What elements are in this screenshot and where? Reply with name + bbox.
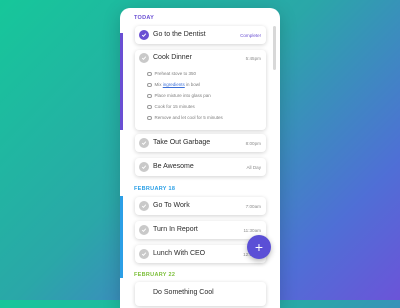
- add-task-button[interactable]: +: [247, 235, 271, 259]
- task-title: Be Awesome: [153, 163, 194, 170]
- task-title: Lunch With CEO: [153, 250, 206, 257]
- check-icon[interactable]: [139, 225, 149, 235]
- task-title: Do Something Cool: [153, 289, 214, 296]
- task-status: Complete!: [240, 33, 261, 38]
- task-time: 5:45pm: [245, 56, 261, 61]
- task-title: Go to the Dentist: [153, 31, 206, 38]
- subtask-item: Remove and let cool for 5 minutes: [147, 115, 223, 121]
- task-card-cook-dinner[interactable]: Cook Dinner 5:45pm Preheat stove to 350 …: [135, 50, 266, 130]
- subtask-item: Mix ingredients in bowl: [147, 82, 200, 88]
- bullet-icon: [147, 104, 152, 110]
- task-card-garbage[interactable]: Take Out Garbage 8:00pm: [135, 134, 266, 152]
- task-title: Go To Work: [153, 202, 190, 209]
- subtask-item: Preheat stove to 350: [147, 71, 196, 77]
- check-icon[interactable]: [139, 201, 149, 211]
- task-card-cool[interactable]: Do Something Cool: [135, 282, 266, 306]
- check-icon[interactable]: [139, 162, 149, 172]
- subtask-item: Place mixture into glass pan: [147, 93, 211, 99]
- task-time: 8:00pm: [245, 141, 261, 146]
- section-label-feb18: FEBRUARY 18: [134, 186, 176, 192]
- task-title: Turn In Report: [153, 226, 198, 233]
- phone-screen: TODAY Go to the Dentist Complete! Cook D…: [120, 8, 280, 308]
- subtask-item: Cook for 15 minutes: [147, 104, 195, 110]
- feb18-accent-bar: [120, 196, 123, 278]
- bullet-icon: [147, 82, 152, 88]
- bullet-icon: [147, 115, 152, 121]
- ingredients-link[interactable]: ingredients: [163, 82, 185, 87]
- bullet-icon: [147, 93, 152, 99]
- task-title: Take Out Garbage: [153, 139, 211, 146]
- task-card-work[interactable]: Go To Work 7:00am: [135, 197, 266, 215]
- task-card-awesome[interactable]: Be Awesome All Day: [135, 158, 266, 176]
- task-card-dentist[interactable]: Go to the Dentist Complete!: [135, 26, 266, 44]
- check-icon[interactable]: [139, 53, 149, 63]
- task-time: 11:30am: [243, 228, 261, 233]
- task-time: 7:00am: [245, 204, 261, 209]
- task-title: Cook Dinner: [153, 54, 192, 61]
- scrollbar[interactable]: [273, 26, 276, 70]
- check-icon[interactable]: [139, 30, 149, 40]
- task-time: All Day: [246, 165, 261, 170]
- check-icon[interactable]: [139, 249, 149, 259]
- today-accent-bar: [120, 33, 123, 130]
- section-label-today: TODAY: [134, 15, 155, 21]
- check-icon[interactable]: [139, 138, 149, 148]
- bullet-icon: [147, 71, 152, 77]
- task-card-report[interactable]: Turn In Report 11:30am: [135, 221, 266, 239]
- section-label-feb22: FEBRUARY 22: [134, 272, 176, 278]
